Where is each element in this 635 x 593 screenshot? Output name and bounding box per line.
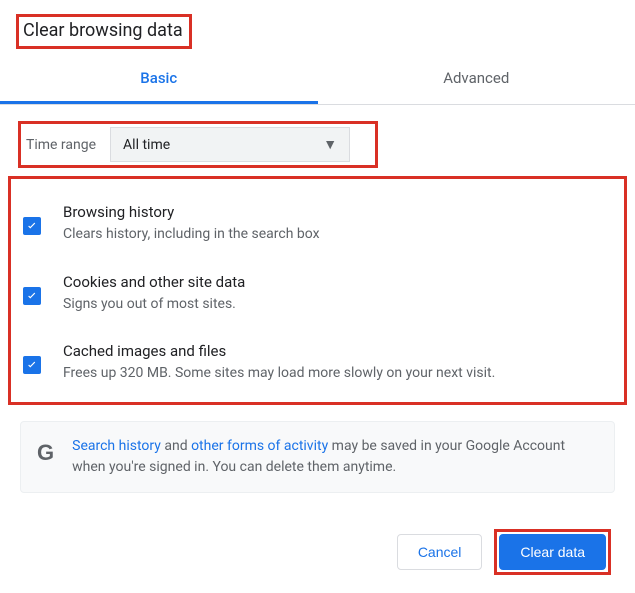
clear-browsing-data-dialog: Clear browsing data Basic Advanced Time … [0, 0, 635, 493]
google-icon: G [37, 440, 54, 466]
checkbox-cookies[interactable] [23, 287, 41, 305]
option-title: Cached images and files [63, 342, 495, 360]
cancel-button[interactable]: Cancel [397, 534, 483, 570]
option-text: Cookies and other site data Signs you ou… [63, 273, 245, 315]
time-range-row: Time range All time ▼ [18, 121, 378, 168]
option-browsing-history: Browsing history Clears history, includi… [21, 193, 614, 263]
option-desc: Clears history, including in the search … [63, 225, 320, 245]
title-highlight: Clear browsing data [16, 14, 192, 49]
option-desc: Signs you out of most sites. [63, 295, 245, 315]
chevron-down-icon: ▼ [323, 136, 337, 153]
check-icon [25, 289, 39, 303]
info-text: Search history and other forms of activi… [72, 436, 598, 478]
check-icon [25, 219, 39, 233]
option-text: Browsing history Clears history, includi… [63, 203, 320, 245]
option-title: Browsing history [63, 203, 320, 221]
tabs: Basic Advanced [0, 55, 635, 105]
link-search-history[interactable]: Search history [72, 438, 161, 454]
link-other-activity[interactable]: other forms of activity [191, 438, 328, 454]
time-range-value: All time [123, 137, 170, 153]
check-icon [25, 358, 39, 372]
time-range-select[interactable]: All time ▼ [110, 127, 350, 162]
checkbox-cache[interactable] [23, 356, 41, 374]
option-cookies: Cookies and other site data Signs you ou… [21, 263, 614, 333]
time-range-label: Time range [24, 137, 96, 153]
options-list: Browsing history Clears history, includi… [8, 176, 627, 405]
dialog-footer: Cancel Clear data [397, 529, 611, 575]
clear-data-highlight: Clear data [494, 529, 611, 575]
checkbox-browsing-history[interactable] [23, 217, 41, 235]
clear-data-button[interactable]: Clear data [499, 534, 606, 570]
tab-advanced[interactable]: Advanced [318, 55, 635, 104]
option-title: Cookies and other site data [63, 273, 245, 291]
tab-basic[interactable]: Basic [0, 55, 318, 104]
option-cache: Cached images and files Frees up 320 MB.… [21, 332, 614, 388]
google-account-info: G Search history and other forms of acti… [20, 421, 615, 493]
dialog-title: Clear browsing data [23, 20, 183, 41]
option-text: Cached images and files Frees up 320 MB.… [63, 342, 495, 384]
option-desc: Frees up 320 MB. Some sites may load mor… [63, 364, 495, 384]
